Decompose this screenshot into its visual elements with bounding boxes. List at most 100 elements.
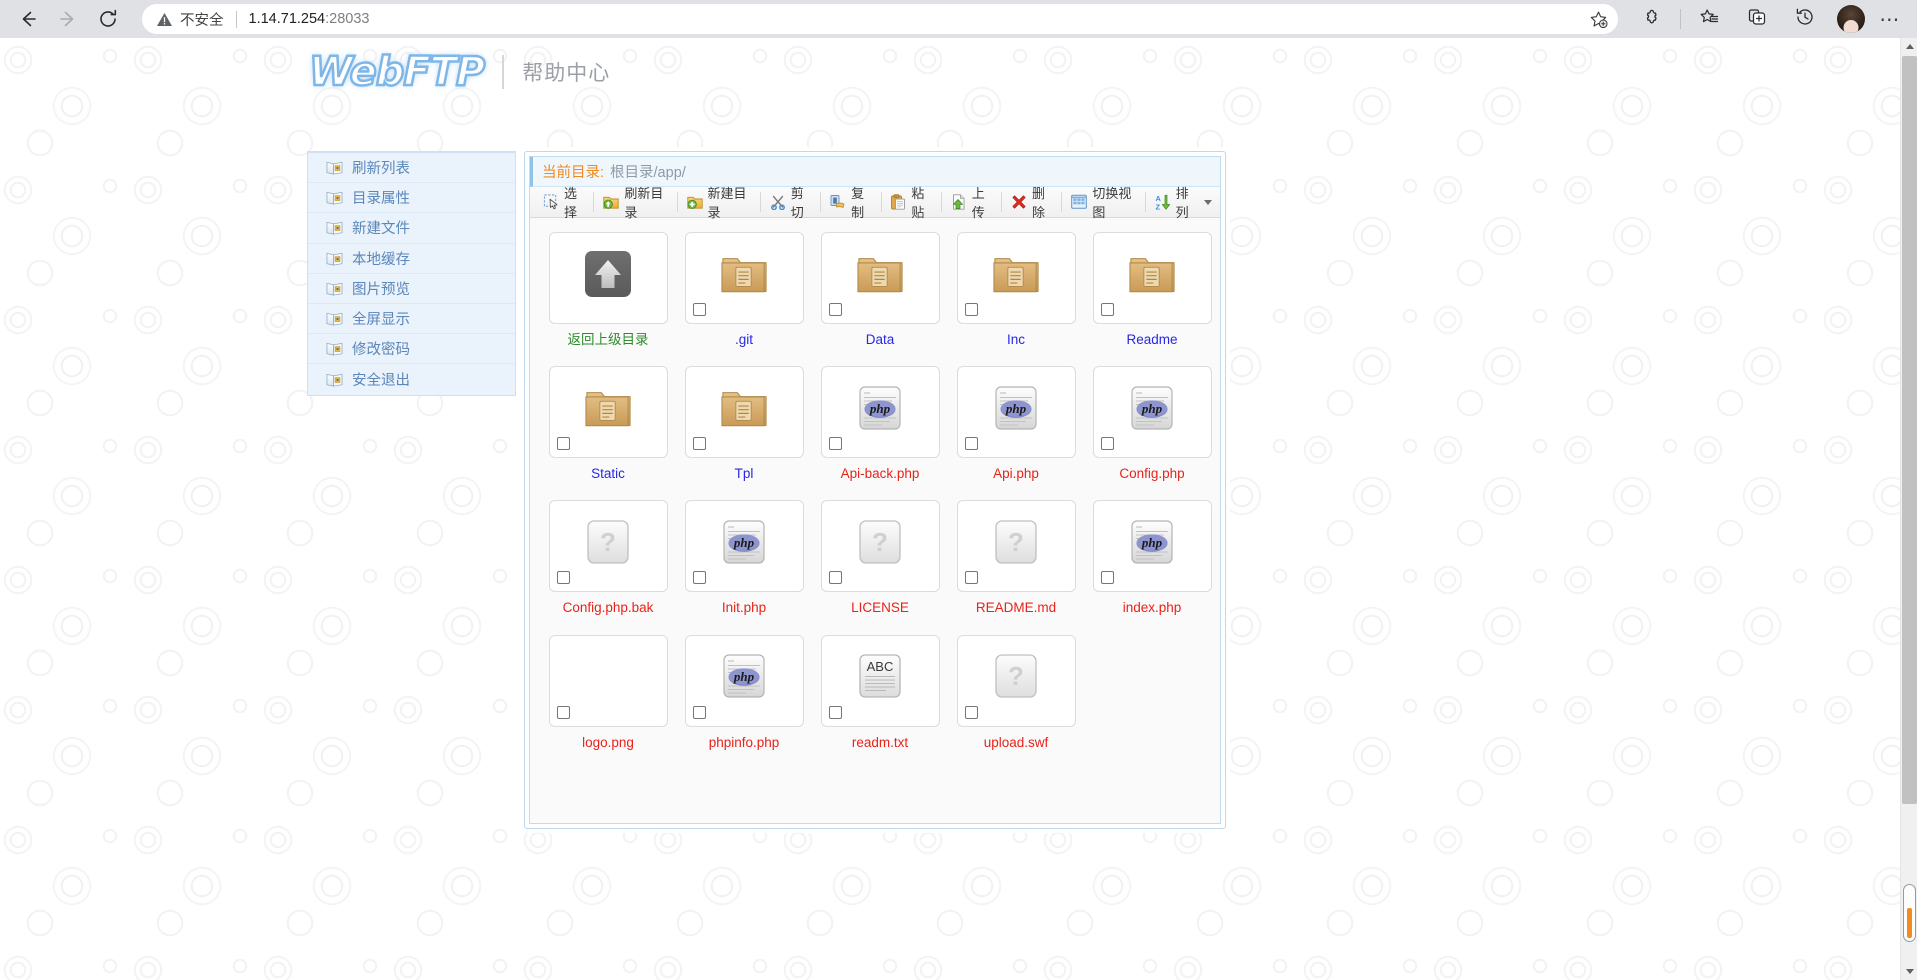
file-name-label[interactable]: phpinfo.php [709, 735, 780, 751]
add-favorite-icon[interactable] [1584, 5, 1612, 33]
unknown-file-icon: ? [856, 518, 904, 566]
toolbar-button-5[interactable]: 复制 [822, 186, 879, 220]
file-tile[interactable] [820, 232, 940, 324]
file-select-checkbox[interactable] [828, 303, 842, 316]
back-button[interactable] [8, 2, 48, 36]
address-bar[interactable]: 不安全 1.14.71.254:28033 [142, 4, 1618, 34]
file-select-checkbox[interactable] [1100, 437, 1114, 451]
file-select-checkbox[interactable] [556, 437, 570, 451]
file-name-label[interactable]: readm.txt [852, 735, 908, 751]
current-directory-path[interactable]: 根目录/app/ [610, 161, 686, 182]
toolbar-button-8[interactable]: 删除 [1003, 186, 1060, 220]
file-name-label[interactable]: Static [591, 466, 625, 482]
file-tile[interactable] [684, 232, 804, 324]
file-tile[interactable]: ? [956, 500, 1076, 593]
sidebar-item-3[interactable]: 新建文件 [308, 213, 515, 244]
file-tile[interactable]: php [684, 634, 804, 727]
page-scrollbar[interactable] [1900, 38, 1917, 980]
file-select-checkbox[interactable] [692, 705, 706, 719]
file-select-checkbox[interactable] [692, 437, 706, 451]
file-cell: php Init.php [676, 500, 812, 616]
sidebar-item-2[interactable]: 目录属性 [308, 183, 515, 214]
file-tile[interactable]: ABC [820, 634, 940, 727]
help-center-link[interactable]: 帮助中心 [522, 57, 610, 87]
file-name-label[interactable]: Config.php [1119, 466, 1184, 482]
file-select-checkbox[interactable] [828, 571, 842, 585]
file-select-checkbox[interactable] [828, 705, 842, 719]
sidebar-item-5[interactable]: 图片预览 [308, 274, 515, 304]
toolbar-button-10[interactable]: A Z 排列 [1147, 186, 1220, 220]
toolbar-button-2[interactable]: 刷新目录 [595, 186, 675, 220]
file-name-label[interactable]: index.php [1123, 600, 1182, 616]
file-name-label[interactable]: LICENSE [851, 600, 909, 616]
file-tile[interactable]: php [820, 366, 940, 459]
file-name-label[interactable]: Init.php [722, 600, 766, 616]
file-select-checkbox[interactable] [556, 571, 570, 585]
svg-text:php: php [869, 400, 891, 415]
toolbar-button-9[interactable]: 切换视图 [1063, 186, 1143, 220]
scrollbar-up-button[interactable] [1901, 38, 1917, 55]
avatar[interactable] [1837, 5, 1865, 33]
sidebar-item-1[interactable]: 刷新列表 [308, 153, 515, 184]
file-select-checkbox[interactable] [1100, 571, 1114, 585]
toolbar-button-3[interactable]: 新建目录 [679, 186, 759, 220]
file-select-checkbox[interactable] [828, 437, 842, 451]
sidebar-item-8[interactable]: 安全退出 [308, 364, 515, 394]
file-tile[interactable]: ? [956, 634, 1076, 727]
page-content: WebFTP 帮助中心 刷新列表 目录属性 新建文件 本地缓存 图片预览 全屏显示 修改密码… [0, 38, 1917, 980]
file-manager-panel: 当前目录: 根目录/app/ 选择 刷新目录 新建目录 剪切 复制 粘贴 上传 删除 切换视图 A… [524, 151, 1226, 829]
file-name-label[interactable]: Data [866, 332, 895, 348]
favorites-button[interactable] [1691, 3, 1727, 35]
toolbar-button-1[interactable]: 选择 [535, 186, 592, 220]
file-name-label[interactable]: Tpl [735, 466, 754, 482]
file-name-label[interactable]: Api-back.php [841, 466, 920, 482]
file-tile[interactable]: php [1092, 366, 1212, 459]
extensions-button[interactable] [1634, 3, 1670, 35]
collections-button[interactable] [1739, 3, 1775, 35]
file-tile[interactable]: ? [820, 500, 940, 593]
webftp-logo[interactable]: WebFTP [308, 51, 488, 94]
file-select-checkbox[interactable] [964, 303, 978, 316]
file-name-label[interactable]: Inc [1007, 332, 1025, 348]
folder-icon [720, 384, 768, 432]
file-tile[interactable] [1092, 232, 1212, 324]
reload-button[interactable] [88, 2, 128, 36]
file-name-label[interactable]: logo.png [582, 735, 634, 751]
file-name-label[interactable]: Api.php [993, 466, 1039, 482]
file-tile[interactable] [548, 366, 668, 459]
file-tile[interactable]: php [1092, 500, 1212, 593]
file-tile[interactable]: php [684, 500, 804, 593]
file-select-checkbox[interactable] [964, 437, 978, 451]
sidebar-item-6[interactable]: 全屏显示 [308, 304, 515, 335]
file-name-label[interactable]: upload.swf [984, 735, 1049, 751]
file-select-checkbox[interactable] [556, 705, 570, 719]
file-select-checkbox[interactable] [964, 571, 978, 585]
file-tile[interactable]: ? [548, 500, 668, 593]
not-secure-warning-icon[interactable] [156, 11, 173, 28]
file-tile[interactable]: php [956, 366, 1076, 459]
file-tile[interactable] [548, 232, 668, 324]
toolbar-button-4[interactable]: 剪切 [762, 186, 819, 220]
toolbar-button-6[interactable]: 粘贴 [882, 186, 939, 220]
file-name-label[interactable]: Readme [1126, 332, 1177, 348]
sidebar-item-4[interactable]: 本地缓存 [308, 244, 515, 274]
file-tile[interactable] [684, 366, 804, 459]
file-name-label[interactable]: README.md [976, 600, 1056, 616]
file-name-label[interactable]: Config.php.bak [563, 600, 654, 616]
php-file-icon: php [720, 518, 768, 566]
scrollbar-thumb[interactable] [1902, 56, 1917, 804]
file-select-checkbox[interactable] [692, 303, 706, 316]
file-tile[interactable] [956, 232, 1076, 324]
file-select-checkbox[interactable] [964, 705, 978, 719]
scrollbar-down-button[interactable] [1901, 963, 1917, 980]
file-name-label[interactable]: 返回上级目录 [568, 332, 649, 348]
file-select-checkbox[interactable] [1100, 303, 1114, 316]
file-name-label[interactable]: .git [735, 332, 753, 348]
forward-button[interactable] [48, 2, 88, 36]
sidebar-item-7[interactable]: 修改密码 [308, 334, 515, 365]
history-button[interactable] [1787, 3, 1823, 35]
more-options-button[interactable]: ⋯ [1873, 3, 1907, 35]
toolbar-button-7[interactable]: 上传 [943, 186, 1000, 220]
file-tile[interactable] [548, 634, 668, 727]
file-select-checkbox[interactable] [692, 571, 706, 585]
